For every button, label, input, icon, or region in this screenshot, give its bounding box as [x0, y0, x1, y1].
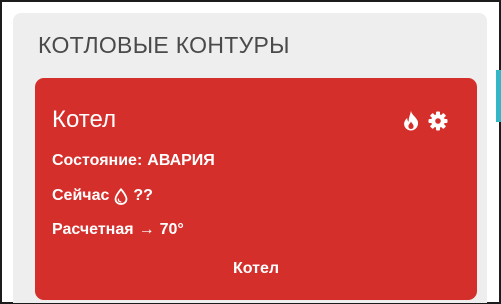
window-frame: КОТЛОВЫЕ КОНТУРЫ Котел Состояние: АВАРИЯ…	[0, 0, 501, 304]
calc-label: Расчетная	[52, 221, 134, 238]
card-icons	[403, 110, 448, 131]
current-temp-line: Сейчас ??	[52, 187, 153, 205]
boiler-open-button[interactable]: Котел	[35, 260, 477, 278]
calc-value: 70°	[159, 221, 184, 238]
card-title: Котел	[52, 106, 117, 133]
status-value: АВАРИЯ	[147, 152, 215, 169]
water-drop-icon	[114, 187, 128, 205]
boiler-card[interactable]: Котел Состояние: АВАРИЯ Сейчас ?? Расчет…	[35, 78, 477, 300]
scrollbar-accent[interactable]	[496, 70, 501, 122]
status-label: Состояние:	[52, 152, 143, 169]
target-temp-line: Расчетная → 70°	[52, 221, 184, 239]
section-title: КОТЛОВЫЕ КОНТУРЫ	[38, 32, 290, 58]
status-line: Состояние: АВАРИЯ	[52, 152, 215, 170]
now-value: ??	[133, 187, 153, 204]
gear-icon[interactable]	[428, 111, 448, 131]
arrow-icon: →	[138, 221, 155, 238]
now-label: Сейчас	[52, 187, 110, 204]
flame-icon	[403, 110, 419, 131]
